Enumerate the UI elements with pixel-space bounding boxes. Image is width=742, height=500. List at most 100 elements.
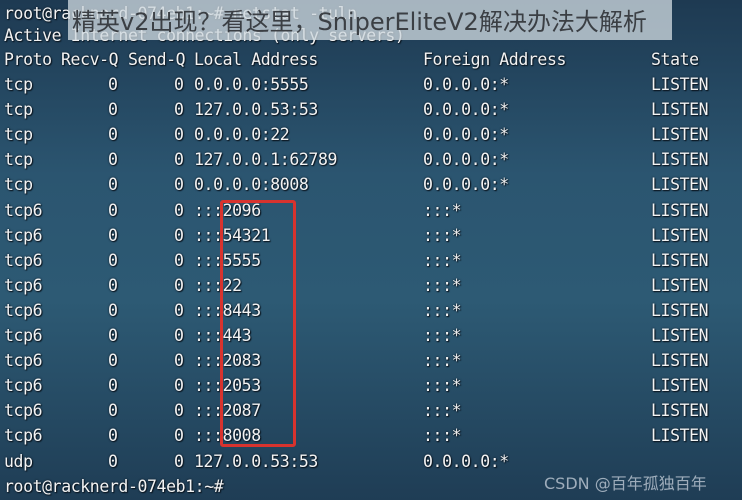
row-state: LISTEN <box>651 426 709 446</box>
row-recv-q: 0 <box>108 100 118 120</box>
row-send-q: 0 <box>174 351 184 371</box>
row-send-q: 0 <box>174 326 184 345</box>
row-proto: tcp6 <box>4 200 43 220</box>
table-row: tcp 0 0 0.0.0.0:5555 0.0.0.0:* LISTEN <box>4 72 742 97</box>
row-send-q: 0 <box>174 451 184 471</box>
row-local-address: 0.0.0.0:5555 <box>194 75 309 94</box>
row-foreign-address: 0.0.0.0:* <box>423 100 509 120</box>
row-foreign-address: :::* <box>423 275 462 295</box>
table-row: tcp6 0 0:::2083:::* LISTEN <box>4 348 742 373</box>
row-proto: tcp6 <box>4 275 43 295</box>
row-proto: tcp <box>4 75 33 94</box>
row-foreign-address: 0.0.0.0:* <box>423 451 509 471</box>
table-row: tcp6 0 0:::22:::* LISTEN <box>4 273 742 298</box>
row-state: LISTEN <box>651 300 709 320</box>
row-recv-q: 0 <box>108 75 118 94</box>
row-proto: tcp6 <box>4 426 43 446</box>
table-row: tcp6 0 0:::54321:::* LISTEN <box>4 223 742 248</box>
table-row: tcp6 0 0:::5555:::* LISTEN <box>4 248 742 273</box>
table-row: tcp6 0 0:::8008:::* LISTEN <box>4 423 742 448</box>
row-state: LISTEN <box>651 175 709 195</box>
row-state: LISTEN <box>651 100 709 120</box>
row-foreign-address: :::* <box>423 351 462 371</box>
row-send-q: 0 <box>174 401 184 421</box>
row-recv-q: 0 <box>108 225 118 245</box>
row-proto: tcp <box>4 100 33 120</box>
row-proto: tcp6 <box>4 225 43 245</box>
table-row: tcp6 0 0:::443:::* LISTEN <box>4 323 742 348</box>
header-recv-q: Recv-Q <box>61 50 119 69</box>
row-local-address: 127.0.0.53:53 <box>194 100 318 120</box>
row-foreign-address: :::* <box>423 376 462 396</box>
row-local-address: 127.0.0.53:53 <box>194 451 318 471</box>
row-send-q: 0 <box>174 275 184 295</box>
row-proto: tcp6 <box>4 376 43 396</box>
row-proto: tcp6 <box>4 401 43 421</box>
row-send-q: 0 <box>174 250 184 270</box>
table-row: tcp6 0 0:::2053:::* LISTEN <box>4 373 742 398</box>
row-proto: udp <box>4 451 33 471</box>
row-send-q: 0 <box>174 200 184 220</box>
row-foreign-address: 0.0.0.0:* <box>423 175 509 195</box>
row-recv-q: 0 <box>108 275 118 295</box>
row-send-q: 0 <box>174 376 184 396</box>
row-send-q: 0 <box>174 150 184 170</box>
row-foreign-address: :::* <box>423 250 462 270</box>
header-send-q: Send-Q <box>128 50 186 69</box>
shell-prompt[interactable]: root@racknerd-074eb1:~# <box>4 474 224 499</box>
row-recv-q: 0 <box>108 200 118 220</box>
row-proto: tcp6 <box>4 300 43 320</box>
row-state: LISTEN <box>651 326 709 345</box>
table-row: tcp 0 0 127.0.0.1:62789 0.0.0.0:* LISTEN <box>4 147 742 172</box>
row-recv-q: 0 <box>108 300 118 320</box>
row-state: LISTEN <box>651 275 709 295</box>
row-recv-q: 0 <box>108 451 118 471</box>
row-state: LISTEN <box>651 225 709 245</box>
row-state: LISTEN <box>651 150 709 170</box>
row-send-q: 0 <box>174 225 184 245</box>
row-proto: tcp <box>4 150 33 170</box>
row-local-address: 0.0.0.0:22 <box>194 125 290 145</box>
row-proto: tcp6 <box>4 250 43 270</box>
row-foreign-address: :::* <box>423 200 462 220</box>
row-foreign-address: :::* <box>423 401 462 421</box>
row-foreign-address: :::* <box>423 426 462 446</box>
row-proto: tcp6 <box>4 351 43 371</box>
watermark: CSDN @百年孤独百年 <box>544 474 707 493</box>
row-recv-q: 0 <box>108 376 118 396</box>
header-proto: Proto <box>4 50 52 69</box>
row-send-q: 0 <box>174 426 184 446</box>
row-proto: tcp6 <box>4 326 43 345</box>
row-foreign-address: 0.0.0.0:* <box>423 75 509 94</box>
row-send-q: 0 <box>174 300 184 320</box>
table-row: tcp 0 0 127.0.0.53:53 0.0.0.0:* LISTEN <box>4 97 742 122</box>
row-recv-q: 0 <box>108 426 118 446</box>
row-recv-q: 0 <box>108 150 118 170</box>
table-row: tcp6 0 0:::2087:::* LISTEN <box>4 398 742 423</box>
row-state: LISTEN <box>651 125 709 145</box>
row-recv-q: 0 <box>108 326 118 345</box>
table-row: tcp 0 0 0.0.0.0:22 0.0.0.0:* LISTEN <box>4 122 742 147</box>
row-state: LISTEN <box>651 376 709 396</box>
row-foreign-address: :::* <box>423 300 462 320</box>
header-local-address: Local Address <box>194 50 318 69</box>
row-local-address: 127.0.0.1:62789 <box>194 150 338 170</box>
header-state: State <box>651 50 699 69</box>
terminal-window[interactable]: root@racknerd-074eb1:~# netstat -tuln Ac… <box>4 0 742 500</box>
row-foreign-address: 0.0.0.0:* <box>423 125 509 145</box>
row-recv-q: 0 <box>108 175 118 195</box>
table-row: tcp6 0 0:::2096:::* LISTEN <box>4 198 742 223</box>
title-banner: 精英v2出现？看这里，SniperEliteV2解决办法大解析 <box>68 0 672 40</box>
row-recv-q: 0 <box>108 250 118 270</box>
port-highlight-box <box>220 200 296 447</box>
row-proto: tcp <box>4 125 33 145</box>
row-state: LISTEN <box>651 401 709 421</box>
row-send-q: 0 <box>174 75 184 94</box>
row-local-address: 0.0.0.0:8008 <box>194 175 309 195</box>
row-state: LISTEN <box>651 75 709 94</box>
row-state: LISTEN <box>651 351 709 371</box>
row-send-q: 0 <box>174 125 184 145</box>
row-foreign-address: :::* <box>423 225 462 245</box>
row-recv-q: 0 <box>108 351 118 371</box>
row-send-q: 0 <box>174 175 184 195</box>
